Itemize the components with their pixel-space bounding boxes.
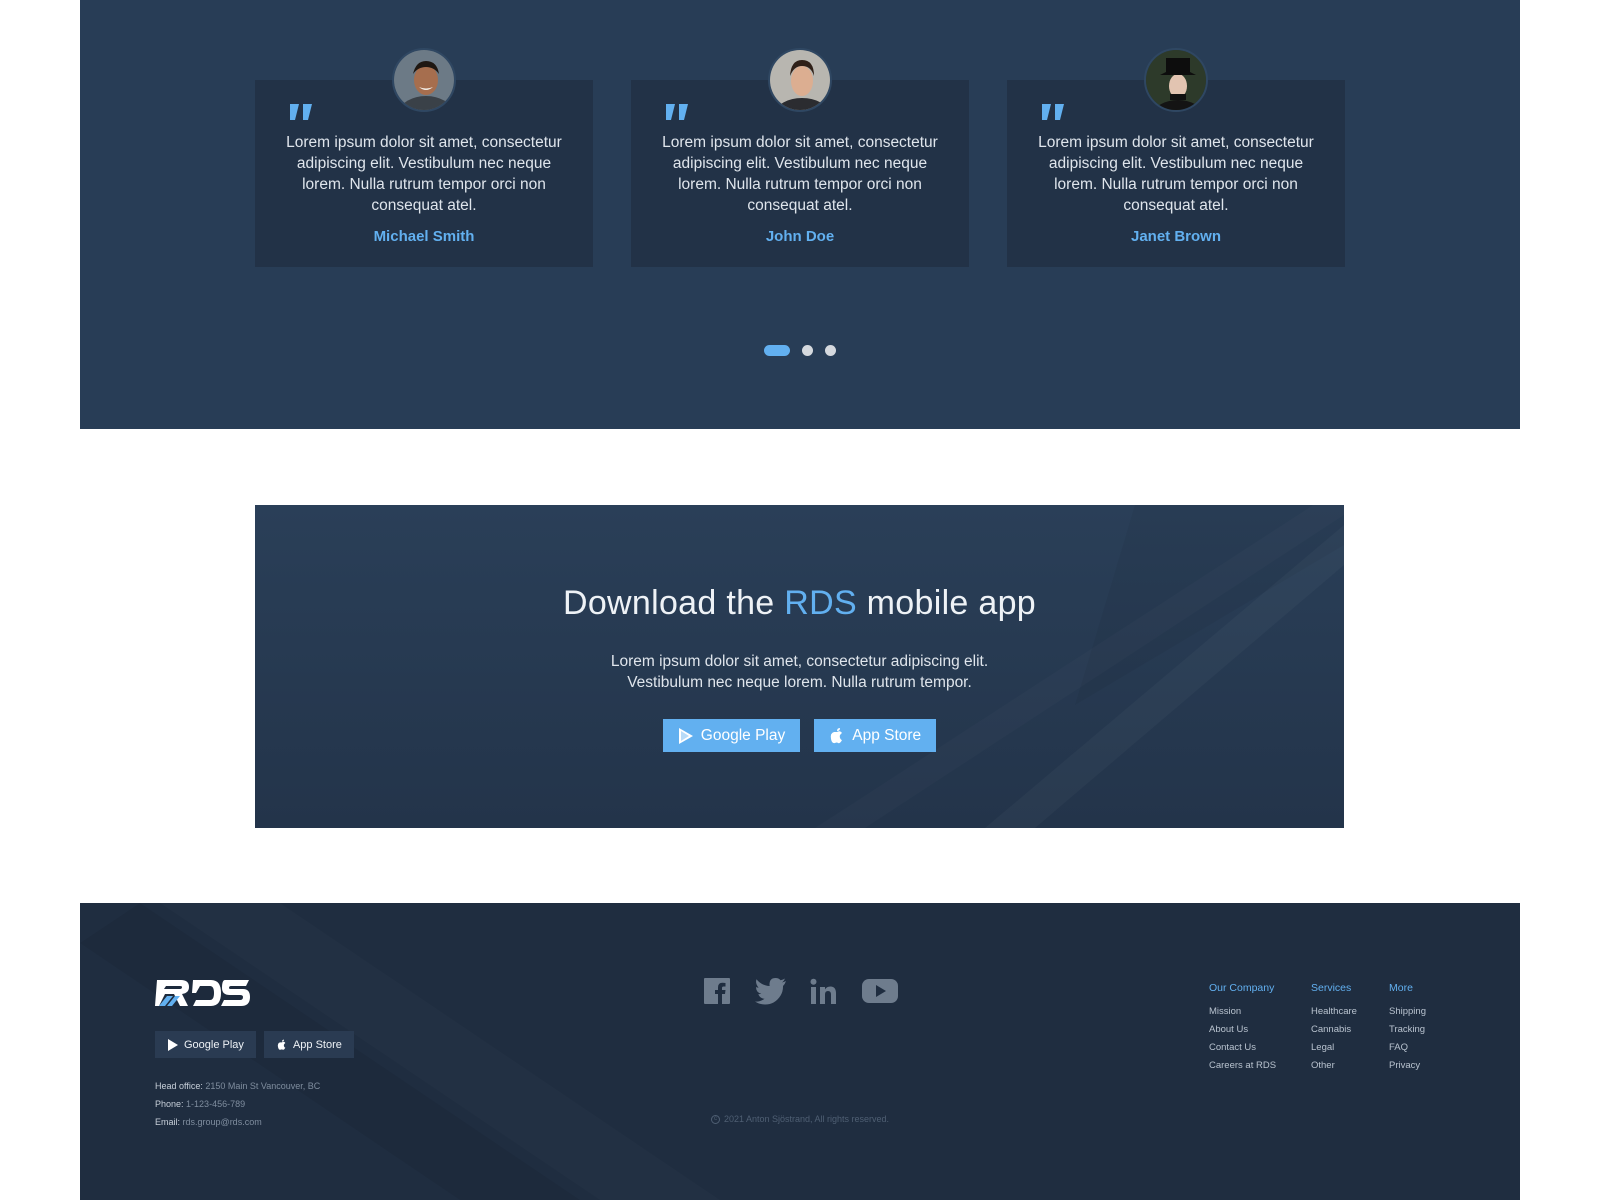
- footer-link-contact-us[interactable]: Contact Us: [1209, 1039, 1276, 1057]
- avatar: [392, 48, 456, 112]
- testimonial-card: Lorem ipsum dolor sit amet, consectetur …: [631, 48, 969, 267]
- footer-link-careers[interactable]: Careers at RDS: [1209, 1057, 1276, 1075]
- footer-link-other[interactable]: Other: [1311, 1057, 1357, 1075]
- footer-google-play-label: Google Play: [184, 1038, 244, 1051]
- avatar: [1144, 48, 1208, 112]
- page: Lorem ipsum dolor sit amet, consectetur …: [80, 0, 1520, 1200]
- footer-link-tracking[interactable]: Tracking: [1389, 1021, 1426, 1039]
- phone-label: Phone:: [155, 1099, 184, 1109]
- head-office-label: Head office:: [155, 1081, 203, 1091]
- testimonials-section: Lorem ipsum dolor sit amet, consectetur …: [80, 0, 1520, 429]
- facebook-icon[interactable]: [704, 978, 730, 1009]
- footer-link-legal[interactable]: Legal: [1311, 1039, 1357, 1057]
- google-play-icon: [677, 727, 695, 745]
- quote-icon: [290, 104, 312, 120]
- testimonial-text: Lorem ipsum dolor sit amet, consectetur …: [286, 134, 562, 214]
- google-play-icon: [167, 1038, 179, 1051]
- footer-link-shipping[interactable]: Shipping: [1389, 1003, 1426, 1021]
- carousel-dot-3[interactable]: [825, 345, 837, 357]
- apple-icon: [828, 727, 846, 745]
- footer-column-more: More Shipping Tracking FAQ Privacy: [1389, 982, 1426, 1075]
- copyright-text: 2021 Anton Sjöstrand, All rights reserve…: [723, 1114, 890, 1124]
- testimonial-author: Janet Brown: [1130, 228, 1221, 245]
- banner-description: Lorem ipsum dolor sit amet, consectetur …: [255, 651, 1344, 693]
- footer-column-our-company: Our Company Mission About Us Contact Us …: [1209, 982, 1276, 1075]
- app-store-label: App Store: [852, 726, 922, 744]
- app-store-button[interactable]: App Store: [814, 719, 937, 752]
- download-app-banner: Download the RDS mobile app Lorem ipsum …: [255, 505, 1344, 828]
- footer-link-privacy[interactable]: Privacy: [1389, 1057, 1426, 1075]
- phone: Phone: 1-123-456-789: [155, 1095, 320, 1113]
- banner-title-start: Download the: [562, 584, 785, 622]
- footer-column-heading: Our Company: [1209, 982, 1275, 994]
- testimonial-card: Lorem ipsum dolor sit amet, consectetur …: [255, 48, 593, 267]
- head-office-value: 2150 Main St Vancouver, BC: [205, 1081, 321, 1091]
- testimonial-author: Michael Smith: [373, 228, 475, 245]
- footer-app-store-label: App Store: [292, 1038, 342, 1051]
- quote-icon: [666, 104, 688, 120]
- testimonial-text: Lorem ipsum dolor sit amet, consectetur …: [1038, 134, 1314, 214]
- banner-title-brand: RDS: [784, 584, 857, 622]
- apple-icon: [276, 1039, 288, 1051]
- banner-title: Download the RDS mobile app: [255, 584, 1344, 623]
- head-office: Head office: 2150 Main St Vancouver, BC: [155, 1077, 320, 1095]
- youtube-icon[interactable]: [862, 978, 898, 1009]
- footer-column-heading: Services: [1311, 982, 1352, 994]
- footer-link-about-us[interactable]: About Us: [1209, 1021, 1276, 1039]
- banner-description-line: Lorem ipsum dolor sit amet, consectetur …: [610, 653, 989, 670]
- phone-value: 1-123-456-789: [186, 1099, 246, 1109]
- banner-description-line: Vestibulum nec neque lorem. Nulla rutrum…: [627, 674, 972, 691]
- testimonial-author: John Doe: [765, 228, 835, 245]
- testimonial-card: Lorem ipsum dolor sit amet, consectetur …: [1007, 48, 1345, 267]
- avatar: [768, 48, 832, 112]
- quote-icon: [1042, 104, 1064, 120]
- footer-link-healthcare[interactable]: Healthcare: [1311, 1003, 1357, 1021]
- footer-column-heading: More: [1389, 982, 1413, 994]
- footer-app-store-button[interactable]: App Store: [263, 1031, 354, 1058]
- google-play-button[interactable]: Google Play: [662, 719, 801, 752]
- twitter-icon[interactable]: [755, 978, 787, 1010]
- footer-store-buttons: Google Play App Store: [155, 1031, 362, 1058]
- carousel-pagination: [80, 342, 1520, 357]
- banner-title-end: mobile app: [856, 584, 1037, 622]
- banner-store-buttons: Google Play App Store: [255, 719, 1344, 752]
- social-links: [704, 978, 904, 1008]
- footer-column-services: Services Healthcare Cannabis Legal Other: [1311, 982, 1357, 1075]
- rds-logo[interactable]: [155, 976, 251, 1010]
- carousel-dot-2[interactable]: [802, 345, 813, 357]
- testimonial-text: Lorem ipsum dolor sit amet, consectetur …: [662, 134, 938, 214]
- footer-link-cannabis[interactable]: Cannabis: [1311, 1021, 1357, 1039]
- carousel-dot-1[interactable]: [763, 345, 790, 357]
- copyright-icon: c: [710, 1115, 720, 1125]
- linkedin-icon[interactable]: [810, 978, 837, 1010]
- footer-link-faq[interactable]: FAQ: [1389, 1039, 1426, 1057]
- footer-link-mission[interactable]: Mission: [1209, 1003, 1276, 1021]
- footer-google-play-button[interactable]: Google Play: [155, 1031, 256, 1058]
- footer: Google Play App Store Head office: 2150 …: [80, 903, 1520, 1200]
- copyright: c 2021 Anton Sjöstrand, All rights reserv…: [80, 1114, 1520, 1125]
- google-play-label: Google Play: [700, 726, 786, 744]
